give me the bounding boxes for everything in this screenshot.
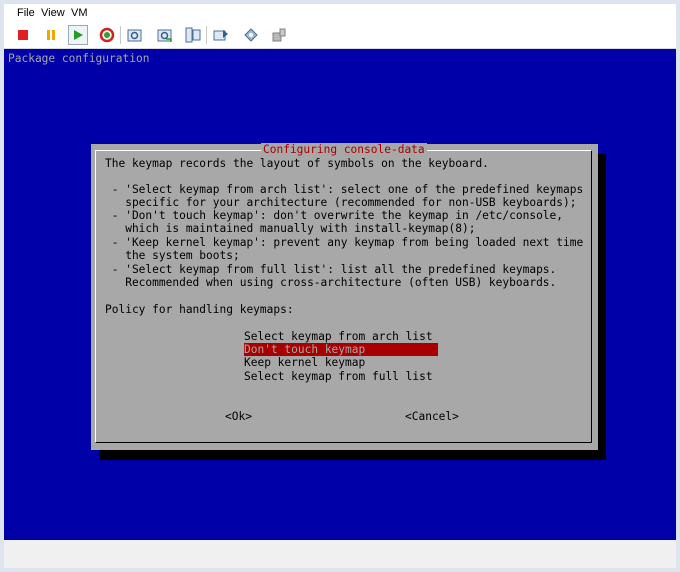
toolbar-separator (120, 26, 121, 44)
dialog-line: - 'Don't touch keymap': don't overwrite … (105, 209, 564, 222)
bottom-panel (4, 544, 676, 568)
dialog-title: Configuring console-data (261, 143, 427, 157)
option-dont-touch-keymap[interactable]: Don't touch keymap (244, 343, 438, 356)
dialog-line: the system boots; (105, 249, 240, 262)
dialog-line: Recommended when using cross-architectur… (105, 276, 557, 289)
ok-button[interactable]: <Ok> (225, 410, 252, 423)
install-tools-icon[interactable] (269, 25, 289, 45)
dialog-line: - 'Select keymap from full list': list a… (105, 263, 557, 276)
menu-vm[interactable]: VM (71, 7, 88, 19)
snapshot-icon[interactable] (125, 25, 145, 45)
menu-file[interactable]: File (17, 7, 35, 19)
dialog-line: - 'Select keymap from arch list': select… (105, 183, 584, 196)
option-select-arch-list[interactable]: Select keymap from arch list (244, 330, 438, 343)
cancel-button[interactable]: <Cancel> (405, 410, 459, 423)
send-ctrl-alt-del-icon[interactable] (211, 25, 231, 45)
menu-view[interactable]: View (41, 7, 65, 19)
vm-settings-icon[interactable] (241, 25, 261, 45)
policy-prompt: Policy for handling keymaps: (105, 303, 294, 316)
option-select-full-list[interactable]: Select keymap from full list (244, 370, 438, 383)
dialog-line: specific for your architecture (recommen… (105, 196, 577, 209)
menu-bar: File View VM (4, 4, 676, 22)
dialog-line: which is maintained manually with instal… (105, 222, 476, 235)
dialog-intro: The keymap records the layout of symbols… (105, 157, 489, 170)
play-icon[interactable] (68, 25, 88, 45)
stop-icon[interactable] (13, 25, 33, 45)
option-keep-kernel-keymap[interactable]: Keep kernel keymap (244, 356, 438, 369)
toolbar (4, 22, 676, 49)
reset-icon[interactable] (97, 25, 117, 45)
revert-snapshot-icon[interactable] (155, 25, 175, 45)
configuring-console-data-dialog: Configuring console-data The keymap reco… (91, 143, 598, 450)
pause-icon[interactable] (41, 25, 61, 45)
manage-snapshots-icon[interactable] (183, 25, 203, 45)
vm-console[interactable]: Package configuration Configuring consol… (4, 49, 676, 540)
toolbar-separator (206, 26, 207, 44)
dialog-line: - 'Keep kernel keymap': prevent any keym… (105, 236, 584, 249)
package-configuration-header: Package configuration (8, 52, 150, 65)
